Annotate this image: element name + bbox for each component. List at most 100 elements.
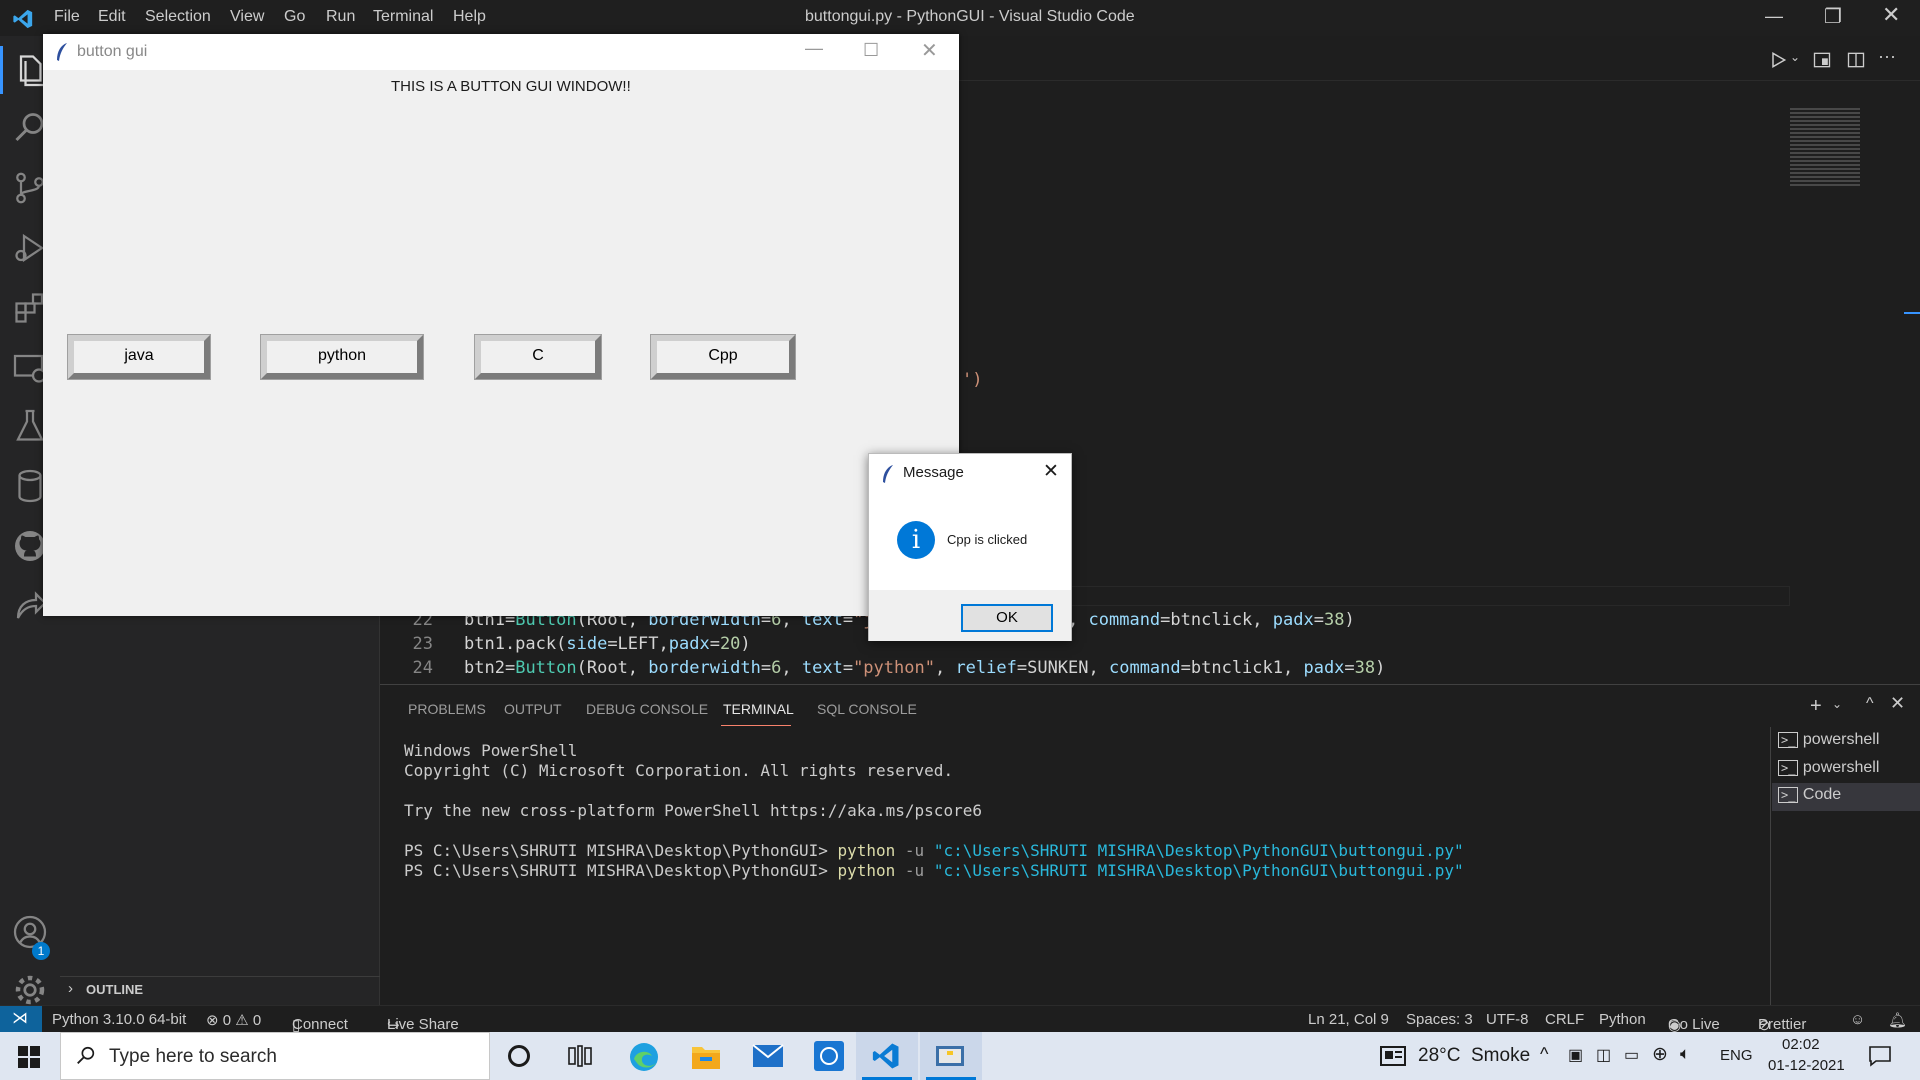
chevron-right-icon[interactable]: › bbox=[68, 980, 73, 997]
tab-terminal[interactable]: TERMINAL bbox=[723, 701, 794, 717]
mail-icon[interactable] bbox=[752, 1043, 784, 1069]
terminal-icon: >_ bbox=[1778, 787, 1799, 803]
prettier-label: Prettier bbox=[1758, 1016, 1807, 1033]
volume-icon[interactable]: 🔈︎ bbox=[1680, 1044, 1690, 1064]
input-language[interactable]: ENG bbox=[1720, 1047, 1753, 1064]
close-icon[interactable]: ✕ bbox=[1043, 460, 1059, 483]
code-line-24[interactable]: btn2=Button(Root, borderwidth=6, text="p… bbox=[464, 658, 1385, 678]
dialog-message: Cpp is clicked bbox=[947, 532, 1028, 547]
terminal-path: "c:\Users\SHRUTI MISHRA\Desktop\PythonGU… bbox=[933, 841, 1464, 860]
device-icon[interactable]: ◫ bbox=[1596, 1045, 1611, 1065]
dell-app-icon[interactable] bbox=[814, 1041, 844, 1071]
python-taskbar-button[interactable] bbox=[920, 1032, 982, 1080]
remote-indicator[interactable]: ⋊ bbox=[0, 1006, 42, 1032]
news-widget-icon[interactable] bbox=[1380, 1046, 1406, 1066]
terminal-line: Copyright (C) Microsoft Corporation. All… bbox=[404, 761, 954, 780]
taskbar-search-box[interactable]: Type here to search bbox=[60, 1032, 490, 1080]
maximize-icon[interactable]: ☐ bbox=[863, 40, 879, 61]
encoding[interactable]: UTF-8 bbox=[1486, 1011, 1529, 1028]
windows-start-icon[interactable] bbox=[18, 1046, 40, 1068]
task-view-icon[interactable] bbox=[568, 1045, 592, 1067]
tk-titlebar[interactable]: button gui — ☐ ✕ bbox=[43, 34, 959, 70]
new-terminal-icon[interactable]: + bbox=[1810, 695, 1822, 718]
problems-count[interactable]: ⊗ 0 ⚠ 0 bbox=[206, 1011, 261, 1029]
chevron-down-icon[interactable]: ⌄ bbox=[1790, 50, 1800, 64]
code-token: 20 bbox=[719, 634, 741, 654]
code-token: =btnclick, bbox=[1160, 610, 1273, 630]
feedback-icon[interactable]: ☺ bbox=[1850, 1011, 1865, 1028]
terminal-command-line[interactable]: PS C:\Users\SHRUTI MISHRA\Desktop\Python… bbox=[404, 861, 1464, 880]
code-token: ) bbox=[1344, 610, 1355, 630]
close-icon[interactable]: ✕ bbox=[921, 38, 938, 63]
chevron-down-icon[interactable]: ⌄ bbox=[1832, 697, 1842, 711]
menu-help[interactable]: Help bbox=[453, 8, 486, 26]
weather-text[interactable]: 28°C Smoke bbox=[1418, 1045, 1530, 1067]
close-panel-icon[interactable]: ✕ bbox=[1890, 693, 1905, 714]
end-of-line[interactable]: CRLF bbox=[1545, 1011, 1584, 1028]
terminal-list-item-active[interactable]: >_ Code bbox=[1772, 783, 1920, 811]
split-editor-icon[interactable] bbox=[1846, 50, 1866, 70]
clock-time[interactable]: 02:02 bbox=[1782, 1036, 1820, 1053]
code-token: 6 bbox=[771, 658, 782, 678]
tab-sql-console[interactable]: SQL CONSOLE bbox=[817, 701, 917, 717]
meet-now-icon[interactable]: ▣ bbox=[1568, 1045, 1583, 1065]
show-hidden-icons-icon[interactable]: ^ bbox=[1540, 1044, 1548, 1065]
menu-go[interactable]: Go bbox=[284, 8, 305, 26]
python-button[interactable]: python bbox=[260, 334, 424, 380]
terminal-name: Code bbox=[1802, 786, 1842, 803]
code-token: btn1.pack( bbox=[464, 634, 567, 654]
code-line-23[interactable]: btn1.pack(side=LEFT,padx=20) bbox=[464, 634, 751, 654]
java-button[interactable]: java bbox=[67, 334, 211, 380]
network-globe-icon[interactable]: ⊕ bbox=[1652, 1043, 1668, 1066]
c-button[interactable]: C bbox=[474, 334, 602, 380]
close-icon[interactable]: ✕ bbox=[1882, 2, 1900, 28]
tk-heading-label: THIS IS A BUTTON GUI WINDOW!! bbox=[391, 78, 631, 95]
menu-file[interactable]: File bbox=[54, 8, 80, 26]
tab-debug-console[interactable]: DEBUG CONSOLE bbox=[586, 701, 708, 717]
more-actions-icon[interactable]: ··· bbox=[1878, 46, 1896, 67]
code-token: = bbox=[1313, 610, 1324, 630]
menu-edit[interactable]: Edit bbox=[98, 8, 126, 26]
gear-icon[interactable] bbox=[12, 972, 48, 1008]
minimize-icon[interactable]: — bbox=[805, 38, 823, 59]
battery-icon[interactable]: ▭ bbox=[1624, 1045, 1639, 1065]
menu-view[interactable]: View bbox=[230, 8, 264, 26]
menu-selection[interactable]: Selection bbox=[145, 8, 211, 26]
minimize-icon[interactable]: — bbox=[1765, 6, 1783, 27]
cortana-icon[interactable] bbox=[508, 1045, 530, 1067]
edge-icon[interactable] bbox=[628, 1041, 660, 1073]
cursor-position[interactable]: Ln 21, Col 9 bbox=[1308, 1011, 1389, 1028]
restore-icon[interactable]: ❐ bbox=[1824, 4, 1842, 29]
file-explorer-icon[interactable] bbox=[690, 1041, 722, 1071]
terminal-icon: >_ bbox=[1778, 732, 1799, 748]
maximize-panel-icon[interactable]: ^ bbox=[1866, 695, 1874, 713]
tab-output[interactable]: OUTPUT bbox=[504, 701, 562, 717]
terminal-list-item[interactable]: >_ powershell bbox=[1778, 759, 1918, 783]
remote-icon: ⋊ bbox=[12, 1010, 28, 1027]
open-preview-icon[interactable] bbox=[1812, 50, 1832, 70]
tab-problems[interactable]: PROBLEMS bbox=[408, 701, 486, 717]
terminal-line: Windows PowerShell bbox=[404, 741, 578, 760]
indentation[interactable]: Spaces: 3 bbox=[1406, 1011, 1473, 1028]
menu-run[interactable]: Run bbox=[326, 8, 355, 26]
terminal-line: Try the new cross-platform PowerShell ht… bbox=[404, 801, 982, 820]
terminal-list-item[interactable]: >_ powershell bbox=[1778, 731, 1918, 755]
menu-terminal[interactable]: Terminal bbox=[373, 8, 433, 26]
notification-center-icon[interactable] bbox=[1868, 1045, 1892, 1067]
code-token: command bbox=[1108, 658, 1181, 678]
notifications-icon[interactable]: 🔔︎ bbox=[1888, 1011, 1907, 1029]
minimap[interactable] bbox=[1790, 108, 1860, 188]
cpp-button[interactable]: Cpp bbox=[650, 334, 796, 380]
python-interpreter[interactable]: Python 3.10.0 64-bit bbox=[52, 1011, 186, 1028]
vscode-taskbar-button[interactable] bbox=[856, 1032, 918, 1080]
code-token: padx bbox=[668, 634, 710, 654]
language-mode[interactable]: Python bbox=[1599, 1011, 1646, 1028]
code-token: text bbox=[801, 658, 843, 678]
code-token: borderwidth bbox=[648, 658, 761, 678]
run-file-icon[interactable] bbox=[1768, 50, 1788, 70]
ok-button[interactable]: OK bbox=[961, 604, 1053, 632]
outline-section-header[interactable]: OUTLINE bbox=[86, 982, 143, 997]
terminal-command-line[interactable]: PS C:\Users\SHRUTI MISHRA\Desktop\Python… bbox=[404, 841, 1464, 860]
go-live-label: Go Live bbox=[1668, 1016, 1720, 1033]
clock-date[interactable]: 01-12-2021 bbox=[1768, 1057, 1845, 1074]
